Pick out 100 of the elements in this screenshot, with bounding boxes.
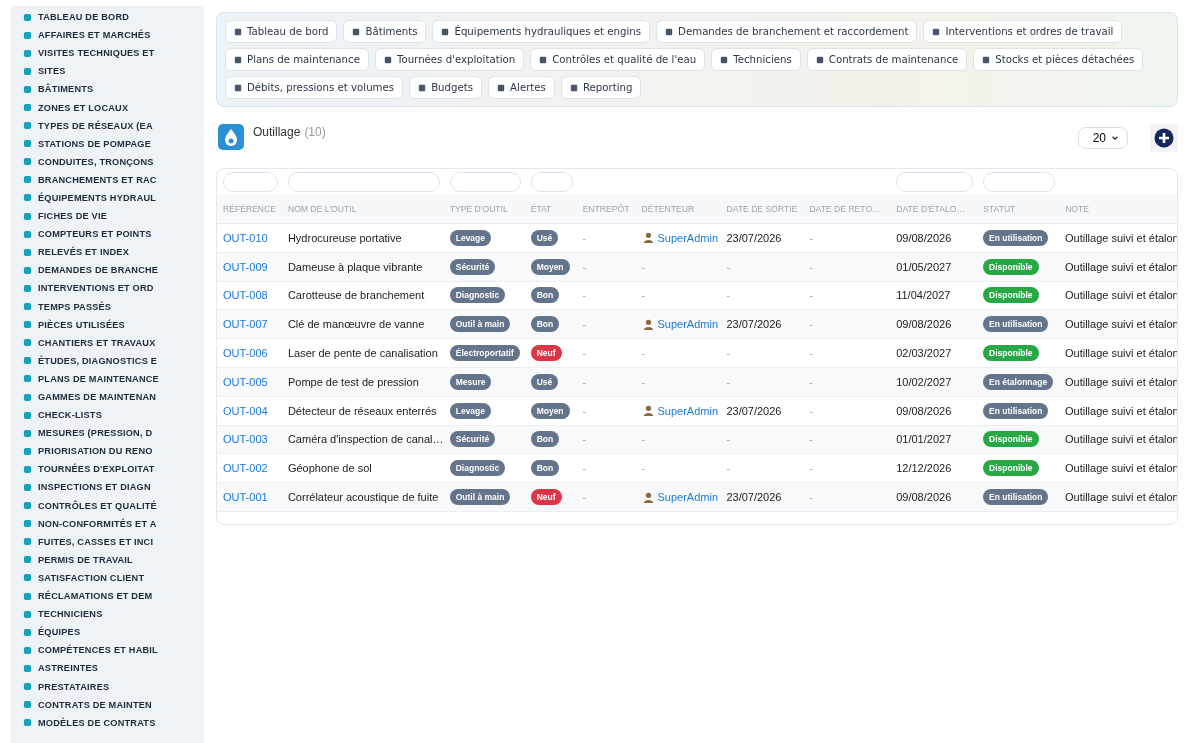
sidebar-label[interactable]: ÉQUIPES: [38, 627, 81, 638]
sidebar-label[interactable]: NON-CONFORMITÉS ET A: [38, 518, 157, 529]
sidebar-label[interactable]: TABLEAU DE BORD: [38, 12, 130, 23]
page-size-select[interactable]: 20: [1077, 127, 1128, 149]
sidebar-item[interactable]: BRANCHEMENTS ET RAC: [23, 170, 204, 189]
sidebar-item[interactable]: VISITES TECHNIQUES ET: [23, 44, 204, 63]
sidebar-item[interactable]: ASTREINTES: [23, 659, 204, 678]
holder-link[interactable]: SuperAdmin: [657, 491, 719, 504]
sidebar-item[interactable]: FUITES, CASSES ET INCI: [23, 532, 204, 551]
sidebar-label[interactable]: CHECK-LISTS: [38, 410, 102, 421]
sidebar-label[interactable]: SITES: [38, 66, 66, 77]
sidebar-label[interactable]: VISITES TECHNIQUES ET: [38, 48, 155, 59]
sidebar-item[interactable]: TEMPS PASSÉS: [23, 297, 204, 316]
sidebar-item[interactable]: SATISFACTION CLIENT: [23, 568, 204, 587]
reference-link[interactable]: OUT-009: [223, 260, 268, 273]
sidebar-item[interactable]: RÉCLAMATIONS ET DEM: [23, 587, 204, 606]
sidebar-label[interactable]: ÉTUDES, DIAGNOSTICS E: [38, 355, 158, 366]
sidebar-label[interactable]: PIÈCES UTILISÉES: [38, 319, 125, 330]
sidebar-item[interactable]: CONDUITES, TRONÇONS: [23, 152, 204, 171]
filter-field[interactable]: [530, 172, 573, 192]
sidebar-item[interactable]: TOURNÉES D'EXPLOITAT: [23, 460, 204, 479]
filter-field[interactable]: [223, 172, 278, 192]
sidebar-item[interactable]: TYPES DE RÉSEAUX (EA: [23, 116, 204, 135]
sidebar-label[interactable]: GAMMES DE MAINTENAN: [38, 392, 157, 402]
quick-link-chip[interactable]: Contrôles et qualité de l'eau: [530, 48, 706, 71]
sidebar-item[interactable]: SITES: [23, 62, 204, 81]
holder-link[interactable]: SuperAdmin: [657, 231, 719, 244]
filter-field[interactable]: [449, 172, 521, 192]
sidebar-label[interactable]: RELEVÉS ET INDEX: [38, 247, 129, 258]
holder-link[interactable]: SuperAdmin: [657, 404, 719, 417]
sidebar-item[interactable]: COMPTEURS ET POINTS: [23, 225, 204, 244]
sidebar-item[interactable]: TECHNICIENS: [23, 605, 204, 624]
sidebar-item[interactable]: AFFAIRES ET MARCHÉS: [23, 26, 204, 45]
reference-link[interactable]: OUT-004: [223, 404, 268, 417]
quick-link-chip[interactable]: Stocks et pièces détachées: [973, 48, 1144, 71]
sidebar-item[interactable]: ÉQUIPES: [23, 623, 204, 642]
quick-link-chip[interactable]: Interventions et ordres de travail: [923, 20, 1123, 43]
quick-link-chip[interactable]: Budgets: [409, 76, 483, 99]
filter-field[interactable]: [983, 172, 1056, 192]
sidebar-label[interactable]: PRESTATAIRES: [38, 681, 110, 692]
sidebar-label[interactable]: INSPECTIONS ET DIAGN: [38, 482, 151, 493]
filter-field[interactable]: [896, 172, 974, 192]
sidebar-label[interactable]: CONTRÔLES ET QUALITÉ: [38, 500, 157, 511]
sidebar-item[interactable]: TABLEAU DE BORD: [23, 8, 204, 27]
sidebar-label[interactable]: INTERVENTIONS ET ORD: [38, 283, 154, 294]
sidebar-label[interactable]: PLANS DE MAINTENANCE: [38, 373, 159, 384]
sidebar-item[interactable]: DEMANDES DE BRANCHE: [23, 261, 204, 280]
sidebar-item[interactable]: CONTRATS DE MAINTEN: [23, 695, 204, 714]
sidebar-label[interactable]: ASTREINTES: [38, 663, 99, 674]
sidebar-label[interactable]: FICHES DE VIE: [38, 211, 107, 222]
quick-link-chip[interactable]: Tournées d'exploitation: [374, 48, 525, 71]
sidebar-item[interactable]: RELEVÉS ET INDEX: [23, 243, 204, 262]
quick-link-chip[interactable]: Plans de maintenance: [225, 48, 369, 71]
sidebar-item[interactable]: PRIORISATION DU RENO: [23, 442, 204, 461]
sidebar-label[interactable]: TYPES DE RÉSEAUX (EA: [38, 120, 153, 131]
sidebar-label[interactable]: MESURES (PRESSION, D: [38, 428, 153, 439]
reference-link[interactable]: OUT-006: [223, 347, 268, 360]
sidebar-item[interactable]: PRESTATAIRES: [23, 677, 204, 696]
sidebar-label[interactable]: COMPÉTENCES ET HABIL: [38, 645, 158, 656]
reference-link[interactable]: OUT-005: [223, 375, 268, 388]
quick-link-chip[interactable]: Équipements hydrauliques et engins: [432, 20, 651, 43]
sidebar-label[interactable]: FUITES, CASSES ET INCI: [38, 536, 154, 547]
quick-link-chip[interactable]: Techniciens: [711, 48, 801, 71]
reference-link[interactable]: OUT-001: [223, 491, 268, 504]
quick-link-chip[interactable]: Demandes de branchement et raccordement: [656, 20, 918, 43]
sidebar-label[interactable]: RÉCLAMATIONS ET DEM: [38, 591, 153, 602]
quick-link-chip[interactable]: Contrats de maintenance: [806, 48, 968, 71]
sidebar-item[interactable]: ZONES ET LOCAUX: [23, 98, 204, 117]
sidebar-item[interactable]: ÉQUIPEMENTS HYDRAUL: [23, 188, 204, 208]
sidebar-item[interactable]: STATIONS DE POMPAGE: [23, 134, 204, 153]
sidebar-label[interactable]: TEMPS PASSÉS: [38, 301, 112, 312]
sidebar-label[interactable]: BÂTIMENTS: [38, 84, 94, 95]
quick-link-chip[interactable]: Alertes: [488, 76, 555, 99]
reference-link[interactable]: OUT-008: [223, 289, 268, 302]
sidebar-label[interactable]: AFFAIRES ET MARCHÉS: [38, 30, 151, 41]
sidebar-label[interactable]: PRIORISATION DU RENO: [38, 446, 153, 457]
sidebar-label[interactable]: MODÈLES DE CONTRATS: [38, 717, 156, 728]
reference-link[interactable]: OUT-002: [223, 462, 268, 475]
sidebar-label[interactable]: ÉQUIPEMENTS HYDRAUL: [38, 193, 157, 203]
reference-link[interactable]: OUT-010: [223, 231, 268, 244]
sidebar-item[interactable]: BÂTIMENTS: [23, 80, 204, 99]
sidebar-item[interactable]: PIÈCES UTILISÉES: [23, 315, 204, 334]
sidebar-label[interactable]: TECHNICIENS: [38, 609, 103, 620]
quick-link-chip[interactable]: Bâtiments: [343, 20, 427, 43]
sidebar-item[interactable]: INSPECTIONS ET DIAGN: [23, 478, 204, 497]
sidebar-label[interactable]: BRANCHEMENTS ET RAC: [38, 174, 157, 185]
sidebar-item[interactable]: MODÈLES DE CONTRATS: [23, 713, 204, 732]
sidebar-item[interactable]: PERMIS DE TRAVAIL: [23, 550, 204, 569]
sidebar-label[interactable]: COMPTEURS ET POINTS: [38, 229, 152, 240]
reference-link[interactable]: OUT-007: [223, 318, 268, 331]
sidebar-item[interactable]: FICHES DE VIE: [23, 207, 204, 226]
sidebar-label[interactable]: STATIONS DE POMPAGE: [38, 138, 152, 149]
sidebar-item[interactable]: GAMMES DE MAINTENAN: [23, 387, 204, 407]
sidebar-item[interactable]: CONTRÔLES ET QUALITÉ: [23, 496, 204, 515]
sidebar-label[interactable]: CONTRATS DE MAINTEN: [38, 699, 152, 710]
sidebar-label[interactable]: TOURNÉES D'EXPLOITAT: [38, 464, 155, 475]
holder-link[interactable]: SuperAdmin: [657, 318, 719, 331]
quick-link-chip[interactable]: Reporting: [560, 76, 642, 99]
sidebar-item[interactable]: CHANTIERS ET TRAVAUX: [23, 333, 204, 352]
sidebar-label[interactable]: CHANTIERS ET TRAVAUX: [38, 337, 156, 348]
